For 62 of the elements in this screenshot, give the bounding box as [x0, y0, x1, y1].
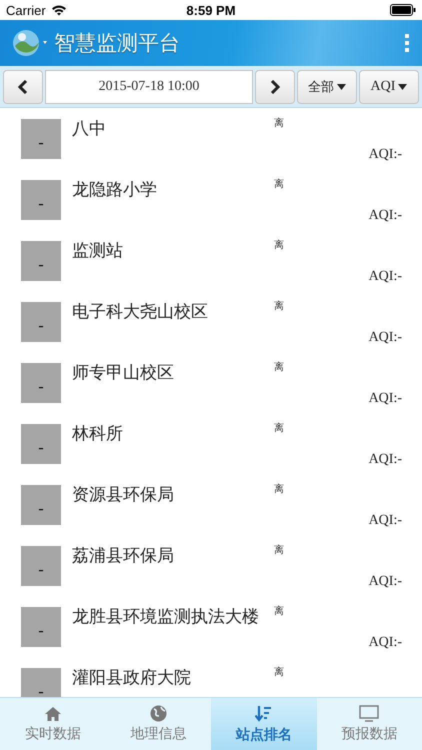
caret-icon	[337, 84, 346, 90]
aqi-badge: -	[21, 485, 61, 525]
station-name[interactable]: 资源县环保局	[72, 484, 274, 506]
aqi-value: AQI:-	[368, 452, 402, 468]
battery-icon	[390, 4, 416, 16]
aqi-badge: -	[21, 607, 61, 647]
aqi-badge: -	[21, 241, 61, 281]
more-menu-icon[interactable]	[404, 33, 410, 53]
next-button[interactable]	[255, 70, 295, 104]
aqi-value: AQI:-	[368, 574, 402, 590]
date-field[interactable]: 2015-07-18 10:00	[45, 70, 253, 104]
station-name[interactable]: 灌阳县政府大院	[72, 667, 274, 689]
station-name[interactable]: 龙隐路小学	[72, 179, 274, 201]
status-note: 离	[274, 667, 284, 679]
home-icon	[44, 706, 62, 722]
filter-dropdown[interactable]: 全部	[297, 70, 357, 104]
station-name[interactable]: 监测站	[72, 240, 274, 262]
status-note: 离	[274, 240, 284, 252]
station-name[interactable]: 龙胜县环境监测执法大楼	[72, 606, 274, 628]
aqi-value: AQI:-	[368, 391, 402, 407]
clock-time: 8:59 PM	[186, 2, 236, 18]
caret-icon	[398, 84, 408, 90]
aqi-badge: -	[21, 424, 61, 464]
status-note: 离	[274, 423, 284, 435]
station-name[interactable]: 八中	[72, 118, 274, 140]
aqi-value: AQI:-	[368, 269, 402, 285]
wifi-icon	[50, 4, 67, 16]
monitor-icon	[359, 705, 380, 722]
aqi-value: AQI:-	[368, 635, 402, 651]
sort-icon	[255, 704, 272, 722]
station-name[interactable]: 电子科大尧山校区	[72, 301, 274, 323]
carrier-label: Carrier	[6, 2, 46, 18]
tab-button[interactable]: 地理信息	[106, 698, 211, 750]
aqi-badge: -	[21, 180, 61, 220]
app-title: 智慧监测平台	[54, 30, 181, 57]
status-note: 离	[274, 301, 284, 313]
aqi-badge: -	[21, 546, 61, 586]
status-note: 离	[274, 118, 284, 130]
aqi-value: AQI:-	[368, 330, 402, 346]
aqi-badge: -	[21, 363, 61, 403]
status-note: 离	[274, 484, 284, 496]
status-note: 离	[274, 179, 284, 191]
globe-icon	[150, 705, 167, 722]
status-note: 离	[274, 606, 284, 618]
chevron-left-icon	[18, 80, 28, 94]
station-name[interactable]: 荔浦县环保局	[72, 545, 274, 567]
chevron-right-icon	[270, 80, 280, 94]
previous-button[interactable]	[3, 70, 43, 104]
aqi-badge: -	[21, 119, 61, 159]
status-note: 离	[274, 362, 284, 374]
metric-dropdown[interactable]: AQI	[359, 70, 419, 104]
station-name[interactable]: 林科所	[72, 423, 274, 445]
tab-button[interactable]: 站点排名	[211, 698, 316, 750]
aqi-value: AQI:-	[368, 208, 402, 224]
aqi-badge: -	[21, 302, 61, 342]
station-name[interactable]: 师专甲山校区	[72, 362, 274, 384]
status-note: 离	[274, 545, 284, 557]
aqi-value: AQI:-	[368, 513, 402, 529]
aqi-value: AQI:-	[368, 147, 402, 163]
aqi-badge: -	[21, 668, 61, 697]
tab-button[interactable]: 预报数据	[316, 698, 422, 750]
tab-button[interactable]: 实时数据	[0, 698, 106, 750]
